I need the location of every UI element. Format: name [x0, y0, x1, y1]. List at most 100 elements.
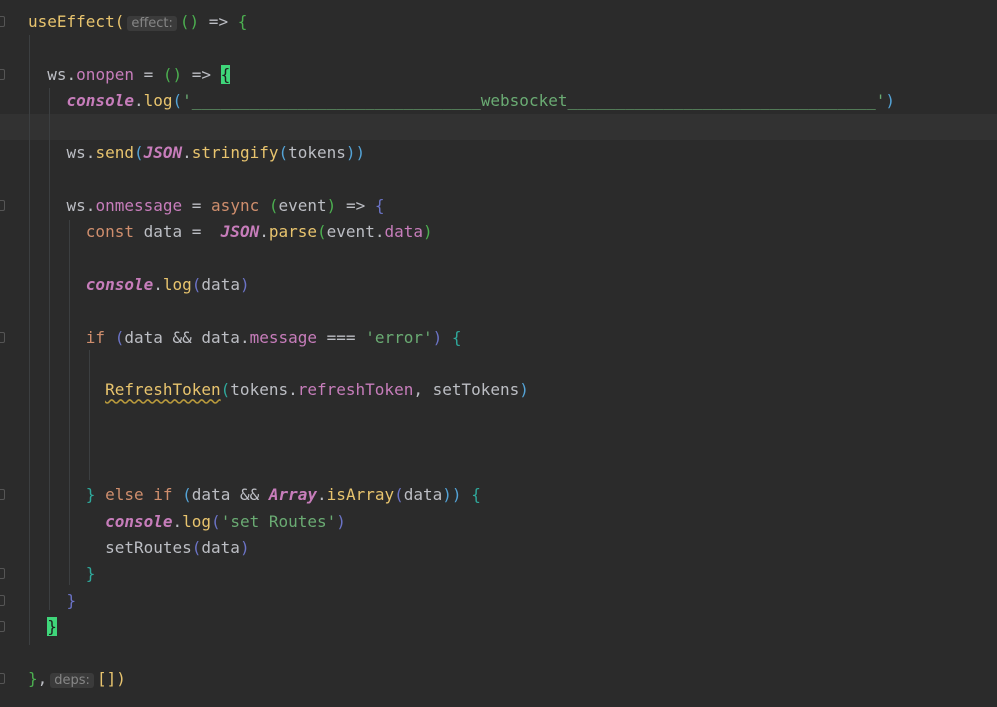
code-line[interactable]: useEffect(effect:() => { — [0, 9, 997, 35]
code-token: async — [211, 196, 260, 216]
code-token: ) — [116, 669, 126, 689]
code-token: { — [237, 12, 248, 31]
code-editor[interactable]: useEffect(effect:() => { ws.onopen = () … — [0, 9, 997, 693]
code-token: ( — [220, 380, 231, 400]
code-line[interactable]: console.log(data) — [0, 272, 997, 298]
parameter-hint: effect: — [127, 16, 177, 31]
code-line[interactable] — [0, 430, 997, 456]
code-line[interactable]: if (data && data.message === 'error') { — [0, 325, 997, 351]
code-token: = — [182, 196, 212, 216]
code-token: message — [249, 327, 318, 347]
code-token: { — [471, 485, 481, 505]
code-line[interactable] — [0, 246, 997, 272]
indent-guide — [49, 88, 50, 610]
code-token: ( — [268, 196, 279, 216]
code-token: ( — [182, 485, 192, 505]
fold-icon[interactable] — [0, 489, 5, 501]
code-token: ( — [317, 222, 327, 242]
code-line[interactable] — [0, 351, 997, 377]
code-token: , setTokens — [413, 380, 520, 400]
fold-icon[interactable] — [0, 568, 5, 580]
code-token: ( — [278, 143, 289, 163]
code-token: [] — [96, 669, 117, 689]
indent-guide — [29, 35, 30, 645]
code-line[interactable]: ws.send(JSON.stringify(tokens)) — [0, 140, 997, 166]
code-token: ( — [191, 274, 202, 294]
code-token: console — [105, 511, 173, 531]
fold-icon[interactable] — [0, 620, 5, 632]
code-token: ) — [519, 380, 529, 400]
code-token: '______________________________websocket… — [182, 90, 886, 110]
code-line[interactable]: }, deps:[]) — [0, 666, 997, 692]
code-line[interactable] — [0, 456, 997, 482]
code-line[interactable] — [0, 167, 997, 193]
code-token: ws. — [28, 143, 96, 163]
code-line[interactable] — [0, 640, 997, 666]
code-token: console — [85, 274, 154, 294]
code-token: . — [153, 274, 163, 294]
code-token: ) — [239, 274, 250, 294]
code-token: ) — [239, 537, 250, 557]
code-line[interactable]: ws.onmessage = async (event) => { — [0, 193, 997, 219]
fold-icon[interactable] — [0, 594, 5, 606]
code-token: ( — [133, 143, 144, 163]
fold-icon[interactable] — [0, 68, 5, 80]
code-token: console — [66, 90, 134, 110]
fold-icon[interactable] — [0, 673, 5, 685]
code-token: )) — [345, 143, 366, 163]
code-line[interactable]: } — [0, 588, 997, 614]
code-token: log — [143, 90, 173, 110]
code-token: => — [199, 12, 238, 31]
fold-icon[interactable] — [0, 200, 5, 212]
code-token: data — [384, 222, 423, 242]
code-token: RefreshToken — [105, 380, 221, 400]
code-token: = — [133, 64, 163, 84]
code-line[interactable] — [0, 35, 997, 61]
code-line[interactable]: const data = JSON.parse(event.data) — [0, 219, 997, 245]
code-token: ( — [394, 485, 404, 505]
code-token: ( — [211, 511, 221, 531]
code-line[interactable]: setRoutes(data) — [0, 535, 997, 561]
code-token: . — [317, 485, 327, 505]
code-token: 'error' — [365, 327, 433, 347]
code-line[interactable]: } — [0, 561, 997, 587]
code-token: === — [317, 327, 366, 347]
code-line[interactable]: } else if (data && Array.isArray(data)) … — [0, 482, 997, 508]
code-token: ( — [172, 90, 183, 110]
code-line[interactable]: RefreshToken(tokens.refreshToken, setTok… — [0, 377, 997, 403]
code-token: . — [172, 511, 183, 531]
code-line[interactable]: console.log('set Routes') — [0, 509, 997, 535]
code-line[interactable]: console.log('___________________________… — [0, 88, 997, 114]
indent-guide — [69, 220, 70, 585]
code-token: ) — [326, 196, 337, 216]
code-token: data && — [191, 485, 269, 505]
code-token: onopen — [76, 64, 134, 84]
code-line[interactable] — [0, 114, 997, 141]
code-line[interactable]: } — [0, 614, 997, 640]
code-line[interactable] — [0, 403, 997, 429]
code-token: stringify — [191, 143, 279, 163]
code-line[interactable]: ws.onopen = () => { — [0, 62, 997, 88]
code-line[interactable] — [0, 298, 997, 324]
code-token: ( — [191, 537, 202, 557]
code-token: event. — [326, 222, 385, 242]
code-token: { — [374, 196, 385, 216]
code-token: } — [85, 564, 96, 584]
fold-icon[interactable] — [0, 16, 5, 27]
fold-icon[interactable] — [0, 331, 5, 343]
code-token: data — [201, 537, 240, 557]
code-token: ) — [336, 511, 346, 531]
code-token: setRoutes — [28, 537, 192, 557]
